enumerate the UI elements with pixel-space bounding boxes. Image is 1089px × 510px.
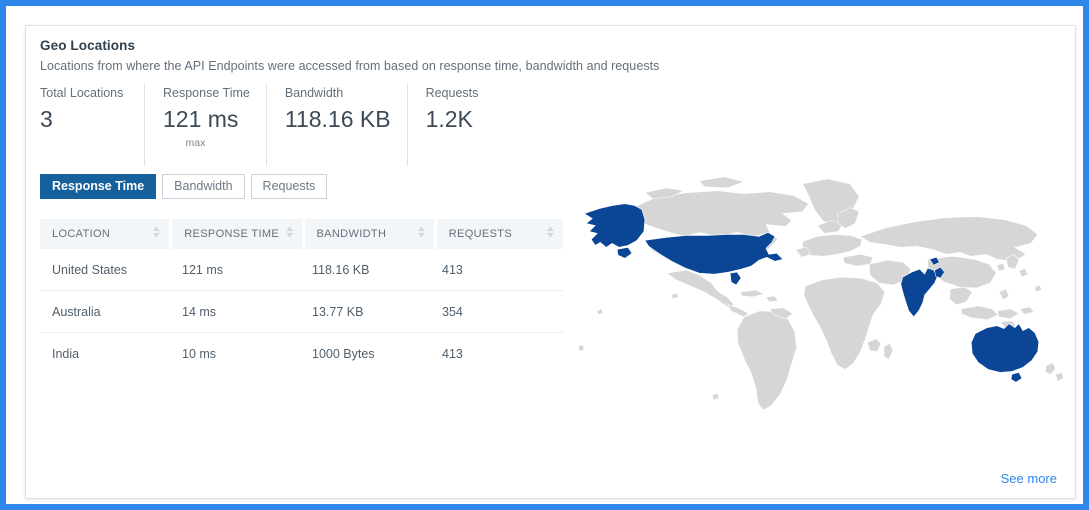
cell-bandwidth: 13.77 KB [312, 304, 364, 319]
metric-label: Response Time [163, 86, 250, 100]
metric-requests: Requests 1.2K [406, 84, 495, 166]
metric-value: 121 ms [163, 106, 239, 132]
map-country-tasmania [1010, 372, 1023, 383]
geo-locations-card: Geo Locations Locations from where the A… [25, 25, 1076, 499]
dashboard-frame: Geo Locations Locations from where the A… [0, 0, 1089, 510]
column-header-requests[interactable]: REQUESTS [436, 219, 564, 249]
column-header-bandwidth[interactable]: BANDWIDTH [304, 219, 434, 249]
cell-location: India [52, 346, 80, 361]
see-more-link[interactable]: See more [1001, 471, 1057, 486]
column-header-label: LOCATION [52, 228, 111, 240]
map-base-countries [578, 176, 1064, 411]
card-subtitle: Locations from where the API Endpoints w… [40, 59, 660, 73]
metric-tab-group: Response Time Bandwidth Requests [40, 174, 328, 199]
geo-locations-table: LOCATION RESPONSE TIME(... BANDWIDTH [40, 219, 564, 374]
sort-icon[interactable] [546, 225, 555, 244]
tab-bandwidth[interactable]: Bandwidth [162, 174, 245, 199]
world-map-svg [578, 176, 1064, 411]
cell-response-time: 10 ms [182, 346, 217, 361]
column-header-label: BANDWIDTH [316, 228, 387, 240]
table-body: United States 121 ms 118.16 KB 413 Austr… [40, 249, 563, 374]
metric-response-time: Response Time 121 ms max [144, 84, 266, 166]
metric-sublabel: max [185, 137, 206, 149]
cell-requests: 354 [442, 304, 463, 319]
cell-requests: 413 [442, 346, 463, 361]
column-header-label: REQUESTS [448, 228, 513, 240]
map-country-australia [971, 323, 1040, 373]
map-country-us-florida [729, 271, 742, 286]
world-map[interactable] [569, 162, 1066, 415]
metric-total-locations: Total Locations 3 [40, 84, 144, 166]
cell-bandwidth: 118.16 KB [312, 262, 370, 277]
cell-location: Australia [52, 304, 101, 319]
metric-value: 1.2K [425, 106, 473, 132]
metrics-summary: Total Locations 3 Response Time 121 ms m… [40, 84, 494, 166]
cell-response-time: 121 ms [182, 262, 223, 277]
sort-icon[interactable] [152, 225, 161, 244]
tab-requests[interactable]: Requests [250, 174, 328, 199]
map-country-alaska-islands [616, 247, 633, 259]
table-row[interactable]: Australia 14 ms 13.77 KB 354 [40, 291, 563, 333]
cell-bandwidth: 1000 Bytes [312, 346, 375, 361]
cell-requests: 413 [442, 262, 463, 277]
page-title: Geo Locations [40, 38, 136, 53]
tab-response-time[interactable]: Response Time [40, 174, 157, 199]
metric-label: Total Locations [40, 86, 124, 100]
column-header-response-time[interactable]: RESPONSE TIME(... [172, 219, 302, 249]
sort-icon[interactable] [285, 225, 294, 244]
map-country-alaska [583, 203, 646, 248]
metric-value: 118.16 KB [284, 106, 391, 132]
column-header-location[interactable]: LOCATION [40, 219, 170, 249]
column-header-label: RESPONSE TIME(... [184, 228, 279, 240]
sort-icon[interactable] [417, 225, 426, 244]
map-country-india [900, 267, 938, 318]
cell-response-time: 14 ms [182, 304, 217, 319]
table-row[interactable]: United States 121 ms 118.16 KB 413 [40, 249, 563, 291]
metric-bandwidth: Bandwidth 118.16 KB [265, 84, 407, 166]
metric-value: 3 [40, 106, 53, 132]
map-country-united-states [644, 232, 784, 275]
cell-location: United States [52, 262, 128, 277]
table-row[interactable]: India 10 ms 1000 Bytes 413 [40, 333, 563, 374]
table-header-row: LOCATION RESPONSE TIME(... BANDWIDTH [40, 219, 564, 249]
metric-label: Requests [425, 86, 479, 100]
metric-label: Bandwidth [284, 86, 344, 100]
